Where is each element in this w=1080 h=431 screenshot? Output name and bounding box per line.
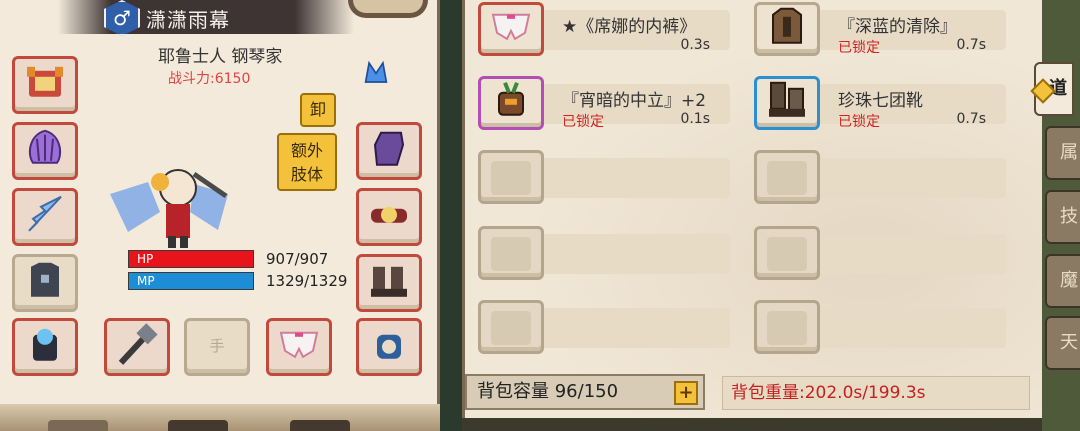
- mask-icon: [498, 82, 524, 116]
- inventory-empty-slot[interactable]: [462, 224, 730, 282]
- inventory-empty-slot[interactable]: [462, 148, 730, 206]
- slot-shoulder[interactable]: [12, 122, 78, 180]
- item-locked-status: 已锁定: [562, 114, 604, 130]
- slot-underwear[interactable]: [266, 318, 332, 376]
- unequip-button[interactable]: 卸: [300, 93, 336, 127]
- extra-limb-button[interactable]: 额外 肢体: [277, 133, 337, 191]
- slot-boots[interactable]: [356, 254, 422, 312]
- hp-bar: HP: [128, 250, 254, 268]
- item-name: ★《席娜的内裤》: [562, 17, 697, 37]
- underwear-icon: [279, 331, 319, 359]
- item-name: 珍珠七团靴: [838, 91, 923, 111]
- hammer-weapon-icon: [118, 323, 158, 365]
- lantern-icon: [33, 328, 57, 361]
- hp-value: 907/907: [266, 250, 329, 268]
- expand-capacity-button[interactable]: +: [674, 381, 698, 405]
- slot-armor[interactable]: [12, 254, 78, 312]
- item-name: 『宵暗的中立』+2: [562, 91, 707, 111]
- inventory-empty-slot[interactable]: [462, 298, 730, 356]
- extra-limb-label-2: 肢体: [290, 165, 323, 184]
- character-avatar: [110, 169, 228, 248]
- boots-icon: [371, 266, 407, 297]
- inventory-item[interactable]: 『宵暗的中立』+2 已锁定 0.1s: [462, 74, 730, 132]
- crown-helmet-icon: [27, 66, 63, 97]
- item-weight: 0.7s: [956, 111, 986, 127]
- item-weight: 0.3s: [680, 37, 710, 53]
- wing-icon: [28, 195, 62, 232]
- hand-slot-label: 手: [209, 337, 225, 355]
- shell-icon: [28, 129, 62, 164]
- bag-capacity: 背包容量 96/150: [465, 374, 705, 410]
- slot-pendant[interactable]: [12, 318, 78, 376]
- boots-icon: [769, 81, 805, 117]
- tab-attributes[interactable]: 属: [1045, 126, 1080, 180]
- item-weight: 0.1s: [680, 111, 710, 127]
- mp-bar: MP: [128, 272, 254, 290]
- slot-gloves[interactable]: [356, 122, 422, 180]
- inventory-empty-slot[interactable]: [738, 298, 1006, 356]
- item-weight: 0.7s: [956, 37, 986, 53]
- underwear-icon: [491, 13, 531, 41]
- item-locked-status: 已锁定: [838, 114, 880, 130]
- blue-crystal-icon: [364, 60, 388, 83]
- gauntlet-icon: [373, 131, 405, 166]
- tab-skills[interactable]: 技: [1045, 190, 1080, 244]
- inventory-empty-slot[interactable]: [738, 224, 1006, 282]
- inventory-item[interactable]: 『深蓝的清除』 已锁定 0.7s: [738, 0, 1006, 58]
- slot-offhand[interactable]: 手: [184, 318, 250, 376]
- character-class: 耶鲁士人 钢琴家: [158, 47, 283, 67]
- gauntlet-icon: [772, 7, 802, 44]
- item-locked-status: 已锁定: [838, 40, 880, 56]
- inventory-item[interactable]: ★《席娜的内裤》 0.3s: [462, 0, 730, 58]
- skull-belt-icon: [371, 206, 407, 223]
- character-name: 潇潇雨幕: [146, 8, 230, 32]
- combat-power: 战斗力:6150: [168, 71, 251, 87]
- extra-limb-label-1: 额外: [290, 141, 323, 160]
- tab-magic[interactable]: 魔: [1045, 254, 1080, 308]
- armor-icon: [31, 262, 59, 297]
- tab-items[interactable]: 道: [1034, 62, 1074, 116]
- tab-talent[interactable]: 天: [1045, 316, 1080, 370]
- slot-weapon[interactable]: [104, 318, 170, 376]
- bow-weapon-icon: [348, 0, 428, 18]
- slot-ring[interactable]: [356, 318, 422, 376]
- inventory-item[interactable]: 珍珠七团靴 已锁定 0.7s: [738, 74, 1006, 132]
- bottom-tab[interactable]: [290, 420, 350, 431]
- ring-icon: [377, 334, 401, 359]
- item-name: 『深蓝的清除』: [838, 17, 957, 37]
- slot-belt[interactable]: [356, 188, 422, 246]
- slot-wings[interactable]: [12, 188, 78, 246]
- mp-value: 1329/1329: [266, 272, 348, 290]
- bottom-tab[interactable]: [48, 420, 108, 431]
- inventory-panel: [462, 0, 1042, 431]
- slot-accessory[interactable]: [356, 56, 396, 98]
- inventory-empty-slot[interactable]: [738, 148, 1006, 206]
- bag-weight: 背包重量:202.0s/199.3s: [722, 376, 1030, 410]
- inventory-bottom-strip: [462, 418, 1042, 431]
- bottom-tab[interactable]: [168, 420, 228, 431]
- slot-head[interactable]: [12, 56, 78, 114]
